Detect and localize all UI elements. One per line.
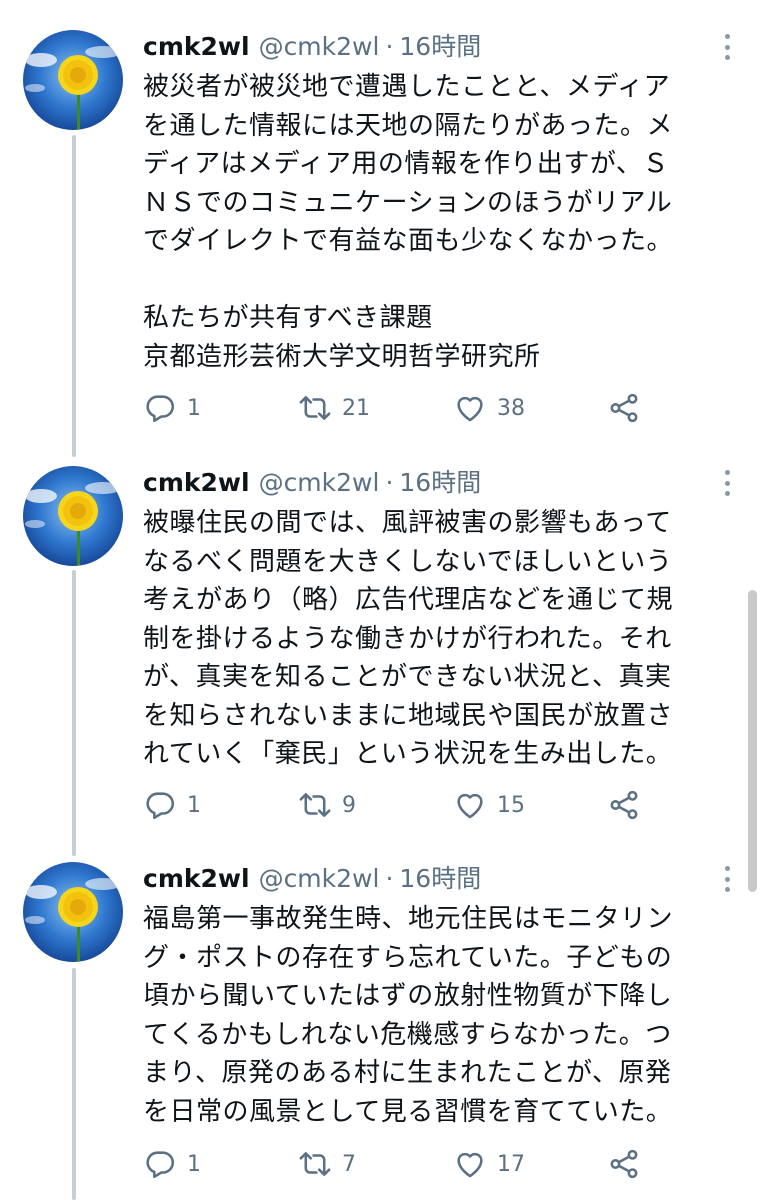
retweet-button[interactable]: 7 bbox=[298, 1144, 356, 1184]
separator: · bbox=[385, 468, 394, 497]
avatar[interactable] bbox=[23, 30, 123, 130]
share-button[interactable] bbox=[607, 785, 641, 825]
timestamp[interactable]: 16時間 bbox=[399, 30, 481, 64]
share-icon bbox=[610, 790, 638, 820]
tweet-thread: cmk2wl @cmk2wl · 16時間 被災者が被災地で遭遇したことと、メデ… bbox=[0, 0, 765, 1200]
share-button[interactable] bbox=[607, 388, 641, 428]
display-name[interactable]: cmk2wl bbox=[143, 862, 250, 896]
reply-count: 1 bbox=[187, 395, 201, 421]
tweet-text: 被曝住民の間では、風評被害の影響もあって なるべく問題を大きくしないでほしいとい… bbox=[143, 508, 674, 769]
retweet-count: 9 bbox=[342, 792, 356, 818]
reply-icon bbox=[146, 1151, 175, 1179]
more-options-icon[interactable] bbox=[715, 468, 739, 498]
reply-button[interactable]: 1 bbox=[143, 388, 201, 428]
user-handle[interactable]: @cmk2wl bbox=[259, 862, 380, 896]
tweet-actions: 1 21 38 bbox=[143, 388, 663, 428]
retweet-count: 7 bbox=[342, 1151, 356, 1177]
retweet-icon bbox=[299, 793, 331, 817]
display-name[interactable]: cmk2wl bbox=[143, 466, 250, 500]
share-button[interactable] bbox=[607, 1144, 641, 1184]
dandelion-avatar-image bbox=[23, 30, 123, 130]
like-button[interactable]: 38 bbox=[453, 388, 525, 428]
timestamp[interactable]: 16時間 bbox=[399, 466, 481, 500]
thread-line bbox=[72, 968, 76, 1200]
thread-line bbox=[72, 135, 76, 457]
share-icon bbox=[610, 1149, 638, 1179]
retweet-count: 21 bbox=[342, 395, 370, 421]
tweet-actions: 1 9 15 bbox=[143, 785, 663, 825]
retweet-icon bbox=[299, 396, 331, 420]
like-count: 17 bbox=[497, 1151, 525, 1177]
dandelion-avatar-image bbox=[23, 862, 123, 962]
avatar[interactable] bbox=[23, 862, 123, 962]
tweet-header: cmk2wl @cmk2wl · 16時間 bbox=[143, 30, 481, 64]
tweet-actions: 1 7 17 bbox=[143, 1144, 663, 1184]
reply-icon bbox=[146, 792, 175, 820]
tweet-header: cmk2wl @cmk2wl · 16時間 bbox=[143, 466, 481, 500]
heart-icon bbox=[457, 1152, 483, 1178]
heart-icon bbox=[457, 793, 483, 819]
separator: · bbox=[385, 32, 394, 61]
heart-icon bbox=[457, 396, 483, 422]
like-button[interactable]: 17 bbox=[453, 1144, 525, 1184]
user-handle[interactable]: @cmk2wl bbox=[259, 466, 380, 500]
retweet-button[interactable]: 9 bbox=[298, 785, 356, 825]
more-options-icon[interactable] bbox=[715, 32, 739, 62]
avatar[interactable] bbox=[23, 466, 123, 566]
display-name[interactable]: cmk2wl bbox=[143, 30, 250, 64]
reply-count: 1 bbox=[187, 792, 201, 818]
dandelion-avatar-image bbox=[23, 466, 123, 566]
tweet-header: cmk2wl @cmk2wl · 16時間 bbox=[143, 862, 481, 896]
like-button[interactable]: 15 bbox=[453, 785, 525, 825]
scrollbar[interactable] bbox=[748, 590, 757, 892]
retweet-button[interactable]: 21 bbox=[298, 388, 370, 428]
separator: · bbox=[385, 864, 394, 893]
timestamp[interactable]: 16時間 bbox=[399, 862, 481, 896]
reply-button[interactable]: 1 bbox=[143, 1144, 201, 1184]
tweet-text: 被災者が被災地で遭遇したことと、メディア を通した情報には天地の隔たりがあった。… bbox=[143, 72, 674, 372]
share-icon bbox=[610, 393, 638, 423]
like-count: 15 bbox=[497, 792, 525, 818]
reply-count: 1 bbox=[187, 1151, 201, 1177]
reply-button[interactable]: 1 bbox=[143, 785, 201, 825]
reply-icon bbox=[146, 395, 175, 423]
retweet-icon bbox=[299, 1152, 331, 1176]
thread-line bbox=[72, 570, 76, 856]
user-handle[interactable]: @cmk2wl bbox=[259, 30, 380, 64]
tweet-text: 福島第一事故発生時、地元住民はモニタリン グ・ポストの存在すら忘れていた。子ども… bbox=[143, 904, 674, 1127]
more-options-icon[interactable] bbox=[715, 864, 739, 894]
like-count: 38 bbox=[497, 395, 525, 421]
